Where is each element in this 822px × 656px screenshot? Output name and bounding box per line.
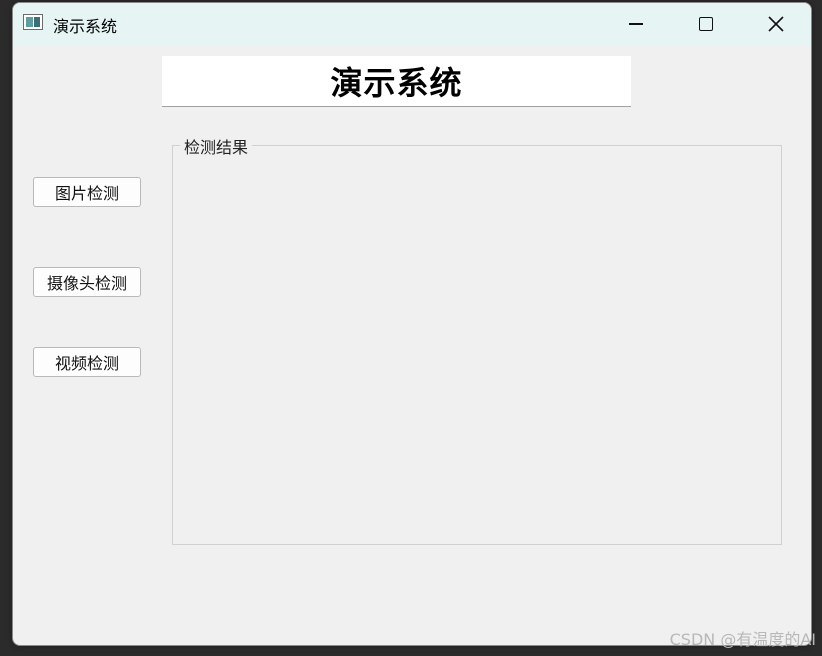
close-icon — [768, 16, 784, 32]
watermark: CSDN @有温度的AI — [669, 630, 816, 649]
app-window: 演示系统 演示系统 图片检测 摄像头检测 视频检测 检测结果 — [12, 2, 812, 646]
result-groupbox — [172, 145, 782, 545]
maximize-button[interactable] — [683, 3, 729, 45]
close-button[interactable] — [753, 3, 799, 45]
app-window-icon — [23, 14, 43, 30]
maximize-icon — [699, 17, 713, 31]
result-groupbox-label: 检测结果 — [180, 134, 253, 158]
minimize-icon — [629, 23, 643, 25]
image-detect-button[interactable]: 图片检测 — [33, 177, 141, 207]
header-banner: 演示系统 — [162, 56, 631, 107]
camera-detect-button[interactable]: 摄像头检测 — [33, 267, 141, 297]
title-bar[interactable]: 演示系统 — [13, 3, 811, 45]
minimize-button[interactable] — [613, 3, 659, 45]
video-detect-button[interactable]: 视频检测 — [33, 347, 141, 377]
window-title: 演示系统 — [53, 17, 118, 36]
page-title: 演示系统 — [330, 64, 463, 102]
